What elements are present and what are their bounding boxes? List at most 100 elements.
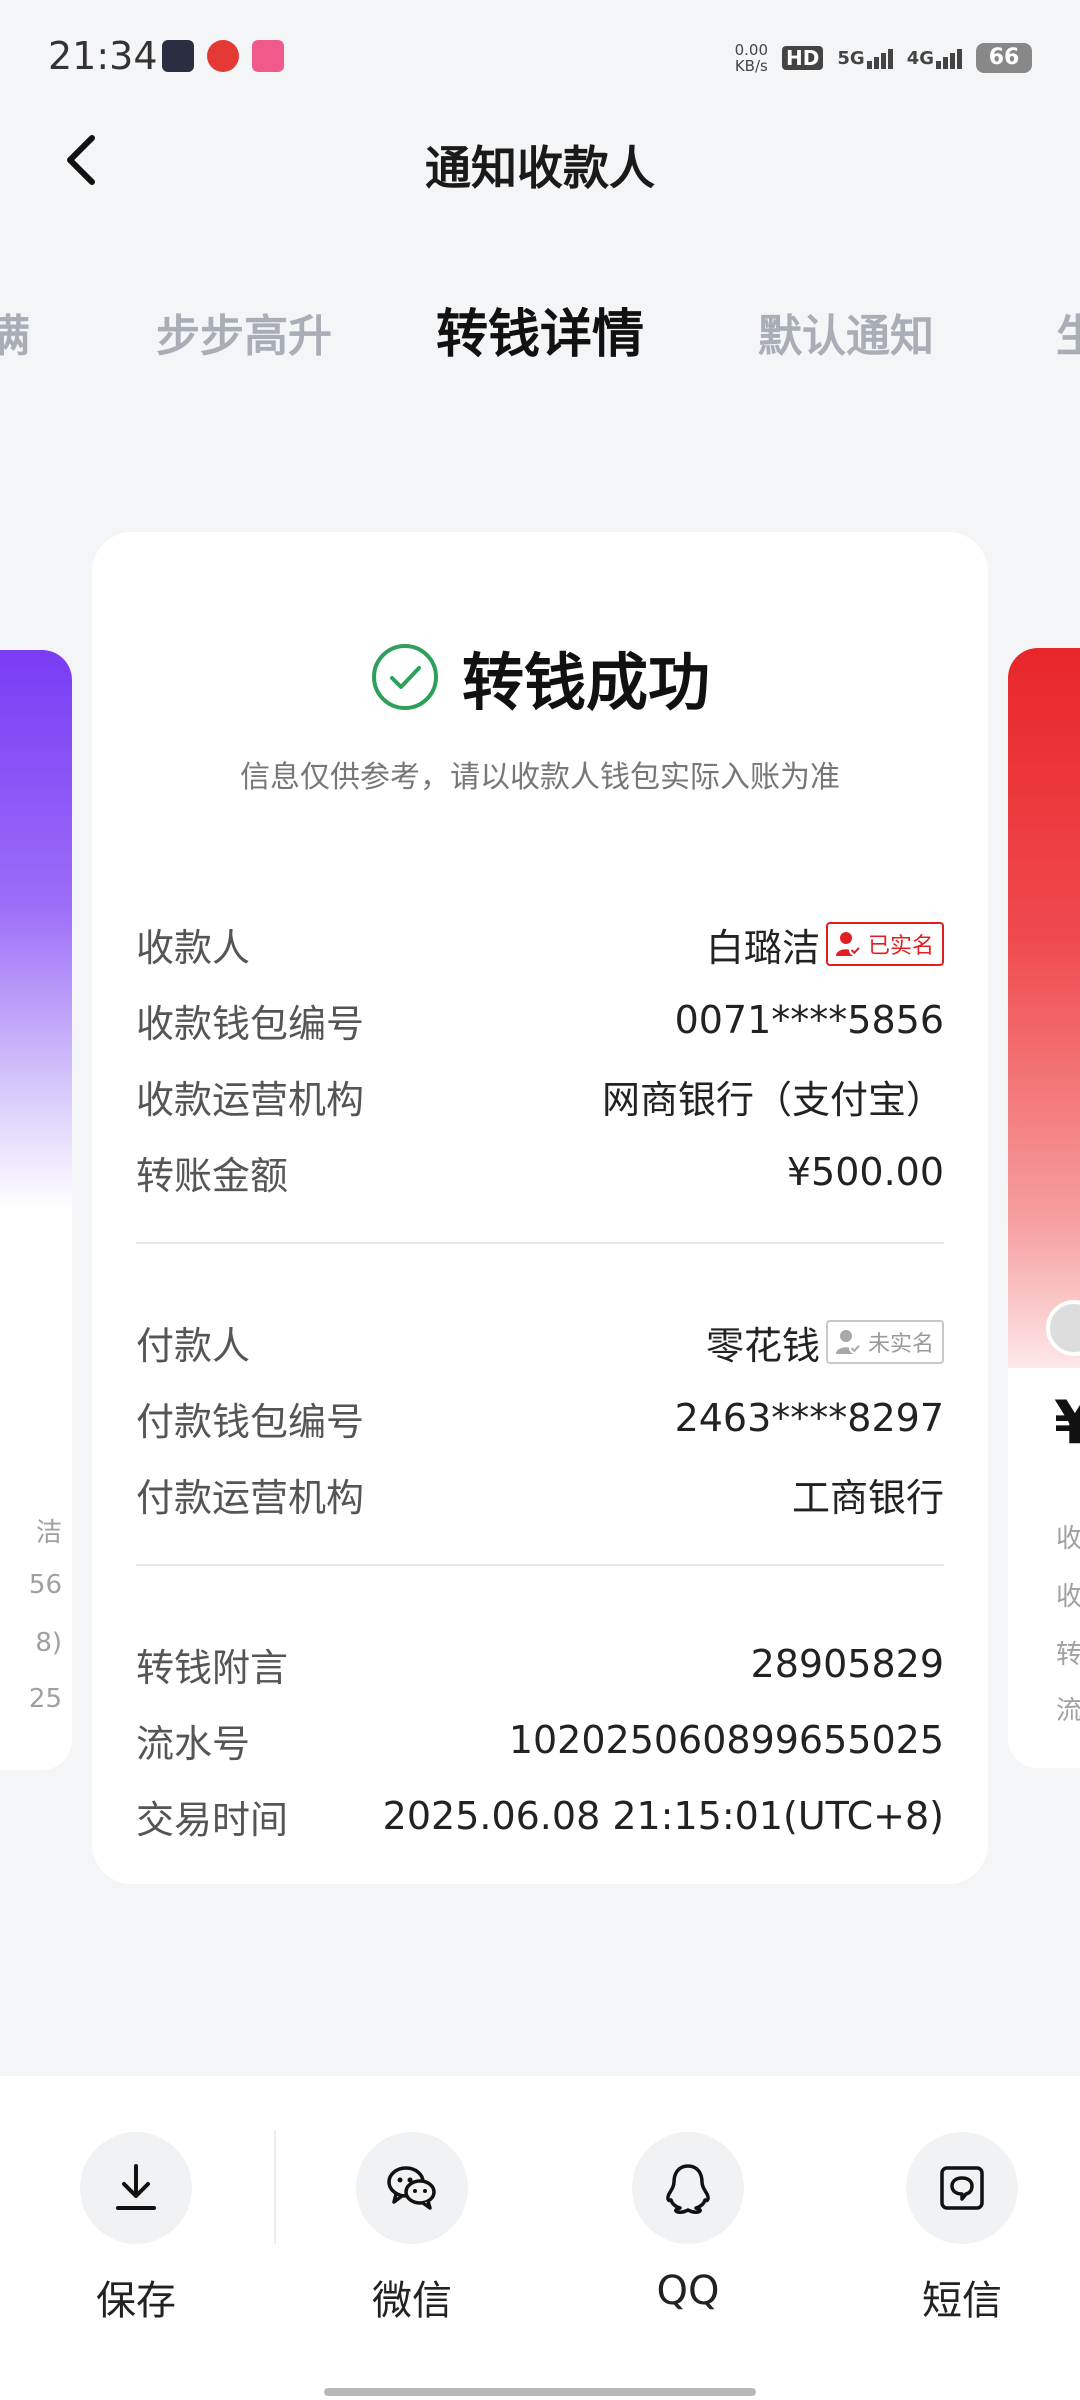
payee-name: 白璐洁 bbox=[705, 925, 820, 970]
row-label: 收款运营机构 bbox=[136, 1077, 365, 1122]
network-speed: 0.00 KB/s bbox=[735, 42, 768, 74]
share-bar: 保存 微信 QQ 短信 bbox=[0, 2076, 1080, 2400]
preview-text: 8) bbox=[35, 1628, 62, 1658]
detail-row-payee: 收款人 白璐洁 已实名 bbox=[136, 914, 944, 974]
share-label: 短信 bbox=[922, 2278, 1002, 2324]
row-value: 零花钱 未实名 bbox=[706, 1315, 944, 1370]
row-value: 2025.06.08 21:15:01(UTC+8) bbox=[382, 1794, 944, 1838]
detail-row-payer: 付款人 零花钱 未实名 bbox=[136, 1312, 944, 1372]
share-label: QQ bbox=[656, 2268, 720, 2314]
signal-icon: 4G bbox=[907, 48, 962, 69]
row-label: 收款钱包编号 bbox=[136, 1001, 365, 1046]
tab-template-active[interactable]: 转钱详情 bbox=[436, 292, 644, 367]
tab-template[interactable]: 生 bbox=[1056, 300, 1080, 364]
row-label: 流水号 bbox=[136, 1721, 251, 1766]
unverified-badge: 未实名 bbox=[825, 1320, 944, 1364]
row-label: 付款钱包编号 bbox=[136, 1399, 365, 1444]
app-notification-icon bbox=[252, 40, 284, 72]
preview-amount: ¥ bbox=[1054, 1388, 1080, 1458]
share-wechat-button[interactable]: 微信 bbox=[332, 2132, 492, 2326]
preview-text: 收 bbox=[1056, 1524, 1080, 1554]
preview-text: 56 bbox=[28, 1570, 62, 1600]
detail-row-serial: 流水号 102025060899655025 bbox=[136, 1710, 944, 1770]
preview-text: 25 bbox=[28, 1684, 62, 1714]
transfer-detail-card: 转钱成功 信息仅供参考，请以收款人钱包实际入账为准 收款人 白璐洁 已实名 收款… bbox=[92, 532, 988, 1884]
battery-icon: 66 bbox=[976, 43, 1032, 73]
download-icon bbox=[116, 2164, 156, 2210]
unverified-user-icon bbox=[835, 1330, 861, 1354]
status-title: 转钱成功 bbox=[461, 646, 710, 719]
wechat-icon-circle bbox=[356, 2132, 468, 2244]
card-background bbox=[1008, 648, 1080, 1368]
divider bbox=[136, 1242, 944, 1244]
row-label: 付款运营机构 bbox=[136, 1475, 365, 1520]
check-circle-icon bbox=[371, 644, 438, 710]
detail-row-amount: 转账金额 ¥500.00 bbox=[136, 1142, 944, 1202]
divider bbox=[274, 2130, 276, 2244]
row-label: 交易时间 bbox=[136, 1797, 289, 1842]
row-value: ¥500.00 bbox=[786, 1150, 944, 1194]
row-value: 28905829 bbox=[750, 1642, 944, 1686]
row-value: 工商银行 bbox=[791, 1475, 944, 1520]
status-time: 21:34 bbox=[48, 34, 158, 78]
signal-type-label: 5G bbox=[837, 47, 865, 69]
save-icon-circle bbox=[80, 2132, 192, 2244]
divider bbox=[136, 1564, 944, 1566]
tab-template[interactable]: 满 bbox=[0, 300, 30, 364]
network-speed-unit: KB/s bbox=[734, 57, 768, 75]
status-header: 转钱成功 bbox=[92, 632, 988, 722]
payer-name: 零花钱 bbox=[705, 1323, 820, 1368]
detail-row-time: 交易时间 2025.06.08 21:15:01(UTC+8) bbox=[136, 1786, 944, 1846]
detail-row-payer-wallet: 付款钱包编号 2463****8297 bbox=[136, 1388, 944, 1448]
preview-text: 洁 bbox=[35, 1518, 62, 1548]
save-button[interactable]: 保存 bbox=[56, 2132, 216, 2326]
status-bar: 21:34 0.00 KB/s HD 5G 4G 66 bbox=[0, 0, 1080, 115]
status-indicators: 0.00 KB/s HD 5G 4G 66 bbox=[735, 38, 1032, 78]
row-label: 付款人 bbox=[136, 1323, 251, 1368]
row-value: 网商银行（支付宝） bbox=[601, 1077, 944, 1122]
home-indicator[interactable] bbox=[324, 2388, 756, 2396]
row-value: 102025060899655025 bbox=[508, 1718, 944, 1762]
template-tabs: 满 步步高升 转钱详情 默认通知 生 bbox=[0, 290, 1080, 380]
preview-card-right[interactable]: ¥ 收 收 转 流 bbox=[1008, 648, 1080, 1768]
share-label: 保存 bbox=[96, 2278, 176, 2324]
verified-user-icon bbox=[835, 932, 861, 956]
preview-text: 收 bbox=[1056, 1582, 1080, 1612]
detail-row-payee-bank: 收款运营机构 网商银行（支付宝） bbox=[136, 1066, 944, 1126]
preview-text: 转 bbox=[1056, 1640, 1080, 1670]
preview-card-left[interactable]: 洁 56 8) 25 bbox=[0, 650, 72, 1770]
badge-text: 未实名 bbox=[867, 1332, 934, 1357]
row-value: 0071****5856 bbox=[674, 998, 944, 1042]
page-title: 通知收款人 bbox=[425, 141, 655, 195]
qq-icon bbox=[666, 2164, 710, 2214]
tab-template[interactable]: 默认通知 bbox=[758, 300, 934, 364]
row-value: 白璐洁 已实名 bbox=[706, 917, 944, 972]
disclaimer-text: 信息仅供参考，请以收款人钱包实际入账为准 bbox=[240, 760, 840, 795]
sms-icon-circle bbox=[906, 2132, 1018, 2244]
verified-badge: 已实名 bbox=[825, 922, 944, 966]
header: 通知收款人 bbox=[0, 110, 1080, 210]
app-notification-icon bbox=[162, 40, 194, 72]
sms-icon bbox=[940, 2166, 984, 2210]
detail-row-payee-wallet: 收款钱包编号 0071****5856 bbox=[136, 990, 944, 1050]
hd-voice-icon: HD bbox=[782, 46, 824, 70]
qq-icon-circle bbox=[632, 2132, 744, 2244]
detail-row-remark: 转钱附言 28905829 bbox=[136, 1634, 944, 1694]
wechat-icon bbox=[387, 2166, 436, 2210]
app-notification-icon bbox=[207, 40, 239, 72]
share-sms-button[interactable]: 短信 bbox=[882, 2132, 1042, 2326]
row-label: 收款人 bbox=[136, 925, 251, 970]
row-label: 转钱附言 bbox=[136, 1645, 289, 1690]
share-qq-button[interactable]: QQ bbox=[608, 2132, 768, 2314]
detail-row-payer-bank: 付款运营机构 工商银行 bbox=[136, 1464, 944, 1524]
share-label: 微信 bbox=[372, 2278, 452, 2324]
card-background bbox=[0, 650, 72, 1210]
network-speed-value: 0.00 bbox=[734, 41, 769, 59]
signal-icon: 5G bbox=[837, 47, 893, 69]
preview-text: 流 bbox=[1056, 1696, 1080, 1726]
tab-template[interactable]: 步步高升 bbox=[156, 300, 332, 364]
signal-type-label: 4G bbox=[906, 47, 934, 69]
row-label: 转账金额 bbox=[136, 1153, 289, 1198]
badge-text: 已实名 bbox=[867, 934, 934, 959]
row-value: 2463****8297 bbox=[674, 1396, 944, 1440]
